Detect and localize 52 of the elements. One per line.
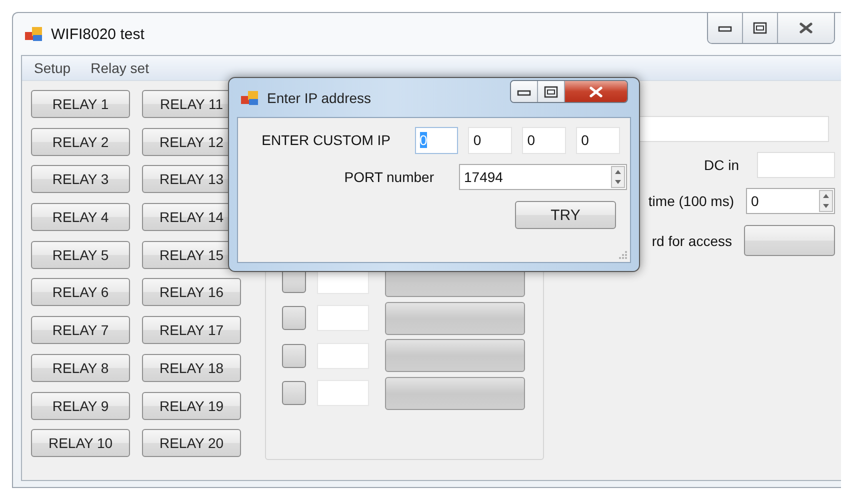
- window-title: WIFI8020 test: [51, 26, 144, 42]
- maximize-button[interactable]: [743, 13, 778, 43]
- checkbox[interactable]: [282, 381, 306, 406]
- spin-field[interactable]: 0: [746, 188, 835, 214]
- spin-arrows-icon[interactable]: [611, 166, 625, 188]
- menu-item[interactable]: Setup: [22, 60, 81, 76]
- relay-button[interactable]: RELAY 8: [31, 354, 130, 382]
- dialog-title: Enter IP address: [267, 90, 372, 106]
- relay-button[interactable]: RELAY 20: [142, 429, 241, 458]
- text-field[interactable]: [317, 380, 369, 406]
- relay-button[interactable]: RELAY 6: [31, 278, 130, 306]
- field-label: time (100 ms): [648, 193, 734, 209]
- menu-item[interactable]: Relay set: [78, 60, 159, 76]
- relay-button[interactable]: RELAY 4: [31, 203, 130, 232]
- relay-button[interactable]: RELAY 10: [31, 429, 130, 458]
- minimize-button[interactable]: [708, 13, 743, 43]
- ip-octet-field[interactable]: 0: [468, 126, 512, 154]
- maximize-button[interactable]: [538, 81, 565, 102]
- relay-button[interactable]: RELAY 1: [31, 90, 130, 118]
- maximize-icon: [544, 86, 558, 98]
- close-button[interactable]: [565, 81, 627, 102]
- checkbox[interactable]: [282, 306, 306, 330]
- text-field[interactable]: [317, 342, 369, 369]
- spin-arrows-icon[interactable]: [819, 190, 833, 212]
- relay-button[interactable]: RELAY 7: [31, 316, 130, 344]
- text-field[interactable]: [317, 305, 369, 332]
- relay-button[interactable]: RELAY 5: [31, 240, 130, 269]
- field-label: DC in: [704, 157, 739, 173]
- field-label: ENTER CUSTOM IP: [260, 132, 390, 148]
- close-icon: [589, 86, 603, 98]
- resize-grip-icon[interactable]: [618, 250, 628, 260]
- app-icon: [241, 90, 259, 106]
- app-icon: [25, 26, 43, 42]
- field-label: PORT number: [343, 168, 434, 184]
- port-field[interactable]: 17494: [459, 164, 627, 190]
- ip-octet-field[interactable]: 0: [522, 126, 566, 154]
- maximize-icon: [753, 22, 767, 34]
- try-button[interactable]: TRY: [515, 201, 616, 229]
- relay-button[interactable]: RELAY 17: [142, 316, 241, 344]
- relay-button[interactable]: RELAY 9: [31, 392, 130, 420]
- relay-button[interactable]: RELAY 16: [142, 278, 241, 306]
- relay-button[interactable]: RELAY 2: [31, 128, 130, 156]
- checkbox[interactable]: [282, 344, 306, 368]
- relay-button[interactable]: RELAY 3: [31, 165, 130, 194]
- relay-button[interactable]: RELAY 18: [142, 354, 241, 382]
- ip-octet-field[interactable]: 0: [576, 126, 620, 154]
- blank-button[interactable]: [744, 225, 835, 256]
- relay-button[interactable]: RELAY 19: [142, 392, 241, 420]
- close-icon: [799, 22, 813, 34]
- minimize-button[interactable]: [511, 81, 538, 102]
- text-field[interactable]: [757, 152, 835, 178]
- field-label: rd for access: [652, 232, 732, 248]
